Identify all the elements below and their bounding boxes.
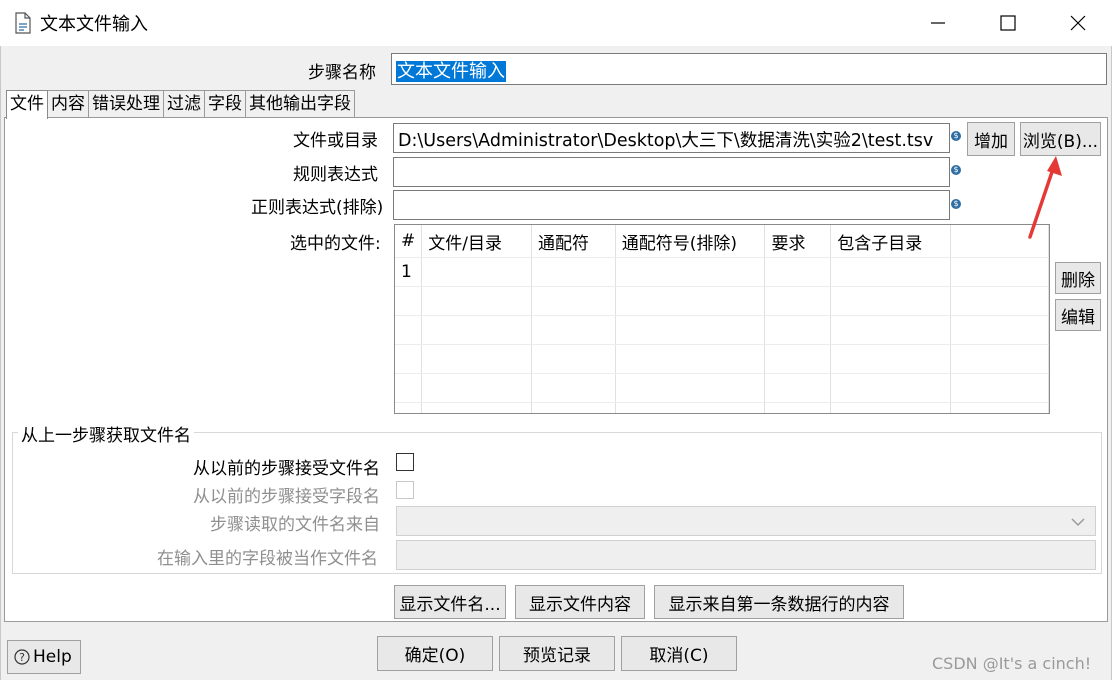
accept-filenames-checkbox[interactable] <box>396 453 414 471</box>
close-icon <box>1070 15 1086 31</box>
group-title: 从上一步骤获取文件名 <box>18 421 194 446</box>
selected-files-label: 选中的文件: <box>290 234 381 254</box>
table-row-empty <box>395 344 1049 374</box>
edit-button[interactable]: 编辑 <box>1055 299 1101 331</box>
accept-fieldname-label: 从以前的步骤接受字段名 <box>193 487 380 507</box>
title-bar: 文本文件输入 <box>0 0 1114 46</box>
regex-input[interactable] <box>393 157 950 187</box>
close-button[interactable] <box>1048 0 1108 46</box>
maximize-button[interactable] <box>978 0 1038 46</box>
tab-file[interactable]: 文件 <box>6 90 48 119</box>
table-cell[interactable] <box>421 257 532 287</box>
tab-content[interactable]: 内容 <box>47 90 89 117</box>
table-cell <box>950 257 1049 287</box>
tab-filter[interactable]: 过滤 <box>163 90 205 117</box>
variable-icon[interactable]: $ <box>951 165 961 175</box>
variable-icon[interactable]: $ <box>951 131 961 141</box>
tab-bar: 文件 内容 错误处理 过滤 字段 其他输出字段 <box>6 90 355 119</box>
minimize-icon <box>931 22 945 24</box>
col-wildcard[interactable]: 通配符 <box>531 225 616 258</box>
cancel-button[interactable]: 取消(C) <box>621 636 737 671</box>
table-row[interactable]: 1 <box>395 257 1049 287</box>
show-filenames-button[interactable]: 显示文件名... <box>394 585 506 619</box>
variable-icon[interactable]: $ <box>951 199 961 209</box>
browse-button[interactable]: 浏览(B)... <box>1020 122 1101 156</box>
step-name-value: 文本文件输入 <box>396 61 506 82</box>
col-index[interactable]: # <box>395 225 423 258</box>
accept-fieldname-checkbox[interactable] <box>396 481 414 499</box>
regex-label: 规则表达式 <box>293 165 378 185</box>
table-cell[interactable] <box>830 257 951 287</box>
field-as-filename-label: 在输入里的字段被当作文件名 <box>157 549 378 569</box>
add-button[interactable]: 增加 <box>967 122 1015 156</box>
field-as-filename-input[interactable] <box>396 540 1096 570</box>
file-or-dir-input[interactable]: D:\Users\Administrator\Desktop\大三下\数据清洗\… <box>393 123 950 153</box>
col-include-subdirs[interactable]: 包含子目录 <box>830 225 951 258</box>
svg-text:?: ? <box>19 651 25 664</box>
table-row-empty <box>395 286 1049 316</box>
preview-button[interactable]: 预览记录 <box>499 636 615 671</box>
show-first-row-content-button[interactable]: 显示来自第一条数据行的内容 <box>654 585 904 619</box>
chevron-down-icon <box>1071 518 1085 527</box>
accept-filenames-label: 从以前的步骤接受文件名 <box>193 459 380 479</box>
tab-fields[interactable]: 字段 <box>204 90 246 117</box>
col-file-dir[interactable]: 文件/目录 <box>421 225 532 258</box>
col-required[interactable]: 要求 <box>764 225 832 258</box>
tab-other-output-fields[interactable]: 其他输出字段 <box>245 90 355 117</box>
step-to-read-label: 步骤读取的文件名来自 <box>210 515 380 535</box>
table-cell-index: 1 <box>395 257 423 287</box>
ok-button[interactable]: 确定(O) <box>377 636 493 671</box>
regex-exclude-input[interactable] <box>393 190 950 220</box>
selected-files-table[interactable]: # 文件/目录 通配符 通配符号(排除) 要求 包含子目录 1 <box>394 224 1050 414</box>
step-to-read-select[interactable] <box>396 506 1096 536</box>
minimize-button[interactable] <box>908 0 968 46</box>
table-cell[interactable] <box>531 257 616 287</box>
help-icon: ? <box>14 649 30 665</box>
table-row-empty <box>395 315 1049 345</box>
table-row-empty <box>395 373 1049 403</box>
tab-error-handling[interactable]: 错误处理 <box>88 90 164 117</box>
file-icon <box>15 12 31 34</box>
table-cell[interactable] <box>615 257 766 287</box>
delete-button[interactable]: 删除 <box>1055 262 1101 294</box>
annotation-arrow-icon <box>1028 156 1062 239</box>
step-name-label: 步骤名称 <box>308 63 376 83</box>
help-label: Help <box>33 647 72 667</box>
show-file-content-button[interactable]: 显示文件内容 <box>515 585 645 619</box>
file-or-dir-label: 文件或目录 <box>293 131 378 151</box>
window-title: 文本文件输入 <box>40 14 148 35</box>
table-cell[interactable] <box>764 257 832 287</box>
table-header-row: # 文件/目录 通配符 通配符号(排除) 要求 包含子目录 <box>395 225 1049 258</box>
table-row-empty <box>395 402 1049 413</box>
regex-exclude-label: 正则表达式(排除) <box>251 198 384 218</box>
maximize-icon <box>1000 15 1016 31</box>
col-wildcard-exclude[interactable]: 通配符号(排除) <box>615 225 766 258</box>
help-button[interactable]: ? Help <box>7 640 81 674</box>
step-name-input[interactable]: 文本文件输入 <box>391 53 1107 85</box>
watermark: CSDN @It's a cinch! <box>932 654 1092 673</box>
